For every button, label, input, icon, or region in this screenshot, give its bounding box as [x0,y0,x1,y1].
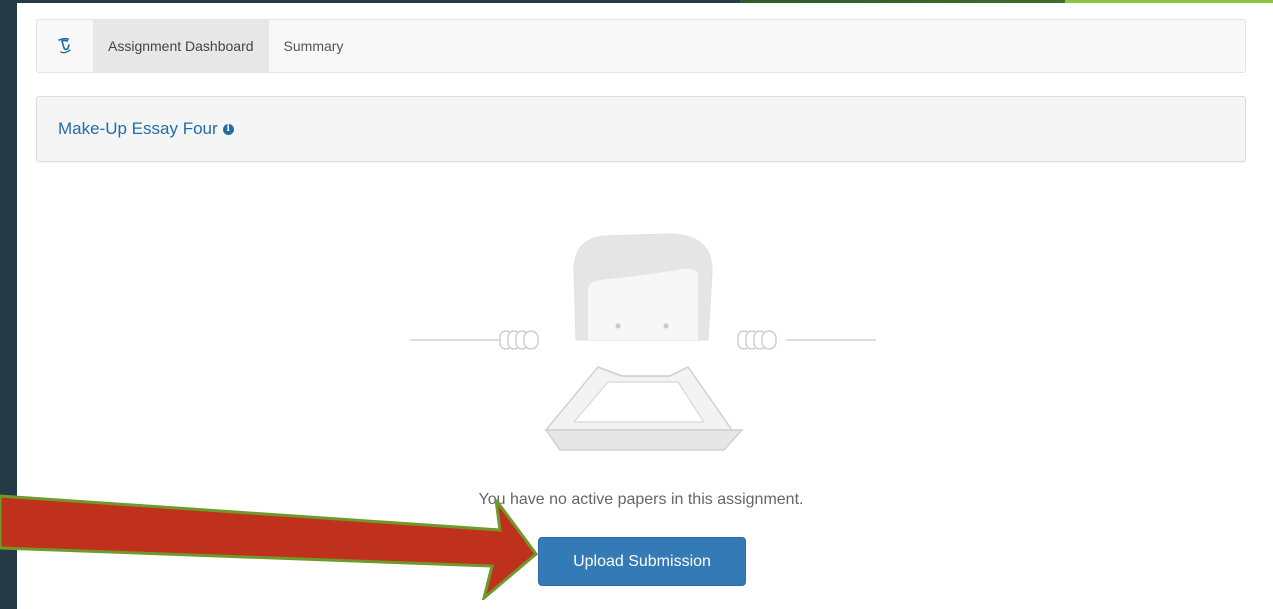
assignment-title[interactable]: Make-Up Essay Four [58,119,218,139]
red-arrow-annotation [0,494,539,600]
turnitin-logo-icon[interactable] [37,20,93,72]
window-frame-accent-dark [740,0,1065,3]
info-icon[interactable]: i [222,123,234,135]
tab-summary[interactable]: Summary [269,20,359,72]
empty-tray-illustration [410,233,876,451]
tab-assignment-dashboard-label: Assignment Dashboard [108,38,254,54]
tab-assignment-dashboard[interactable]: Assignment Dashboard [93,20,269,72]
assignment-navbar: Assignment Dashboard Summary [36,19,1246,73]
assignment-panel: Make-Up Essay Four i [36,96,1246,162]
window-frame-accent-light [1065,0,1273,3]
tab-summary-label: Summary [283,38,344,54]
upload-submission-button[interactable]: Upload Submission [538,537,746,586]
